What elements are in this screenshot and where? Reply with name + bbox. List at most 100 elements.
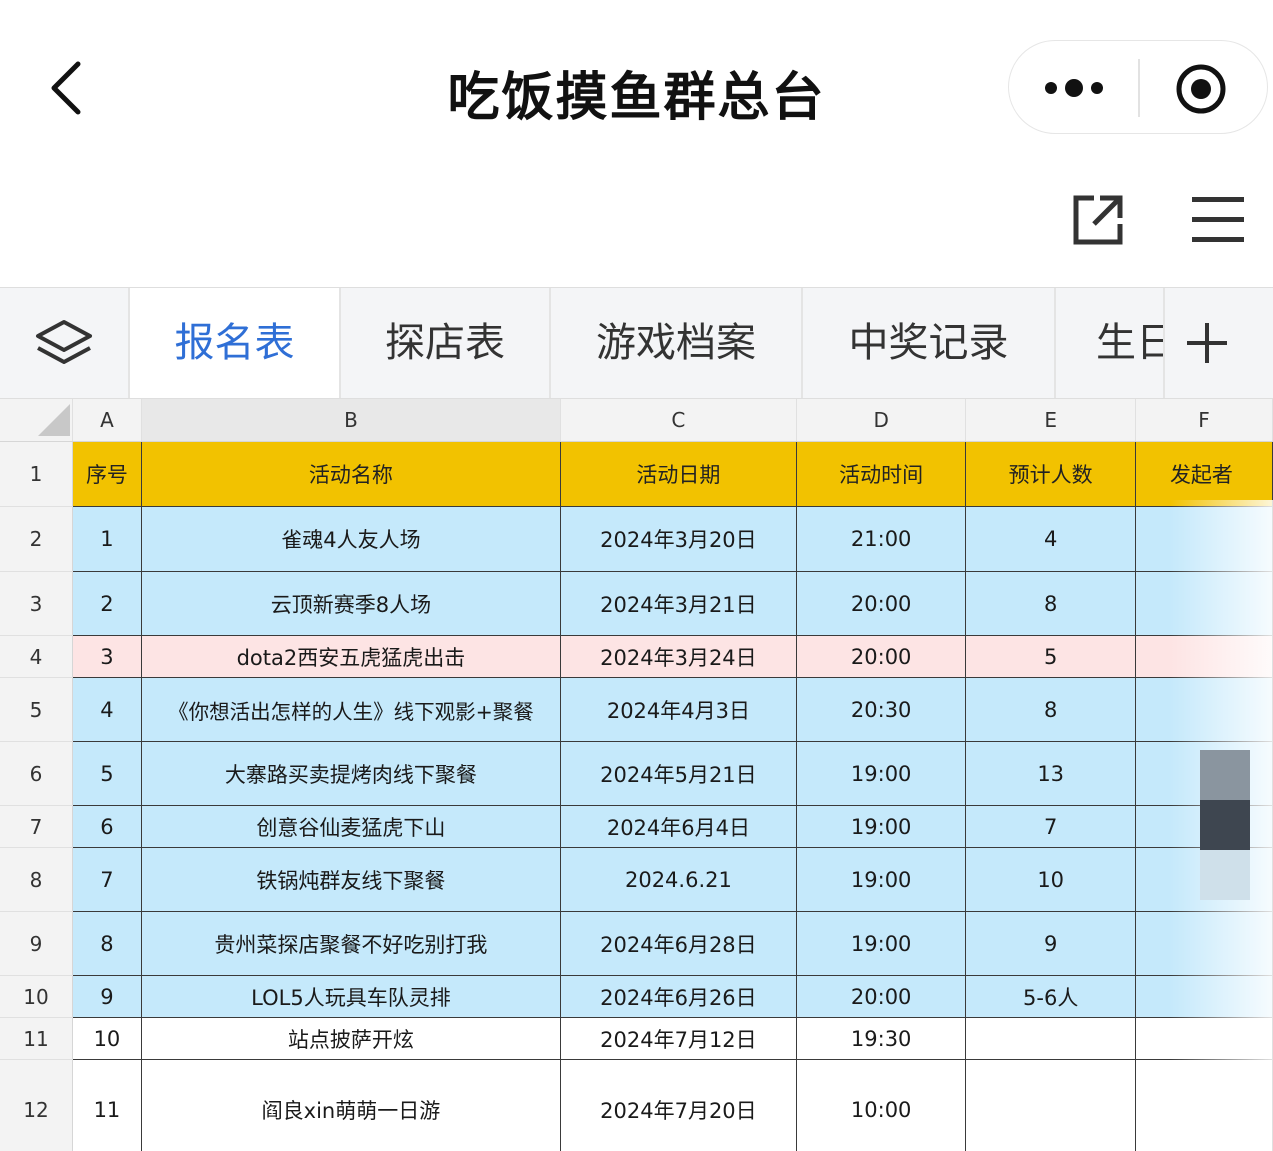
cell[interactable]: LOL5人玩具车队灵排 (140, 975, 561, 1018)
cell[interactable]: 雀魂4人友人场 (140, 506, 561, 572)
cell[interactable]: 2024年3月20日 (559, 506, 797, 572)
cell[interactable]: 2024年3月21日 (559, 571, 797, 636)
cell[interactable]: 19:30 (795, 1017, 967, 1060)
tab-game-archive[interactable]: 游戏档案 (551, 288, 803, 398)
capsule-menu (1008, 40, 1268, 134)
cell[interactable]: 2024年5月21日 (559, 741, 797, 806)
cell[interactable]: dota2西安五虎猛虎出击 (140, 635, 561, 678)
cell[interactable]: 2024年3月24日 (559, 635, 797, 678)
cell[interactable] (1134, 975, 1273, 1018)
cell[interactable]: 活动日期 (559, 441, 797, 507)
cell[interactable]: 2024年4月3日 (559, 677, 797, 742)
tab-store-visit[interactable]: 探店表 (341, 288, 551, 398)
cell[interactable]: 阎良xin萌萌一日游 (140, 1059, 561, 1151)
cell[interactable]: 10 (965, 847, 1136, 912)
cell[interactable]: 21:00 (795, 506, 967, 572)
row-header[interactable]: 5 (0, 677, 73, 742)
cell[interactable]: 10 (71, 1017, 142, 1060)
cell[interactable]: 3 (71, 635, 142, 678)
share-icon[interactable] (1070, 192, 1126, 248)
cell[interactable]: 7 (965, 805, 1136, 848)
cell[interactable]: 7 (71, 847, 142, 912)
tab-signup[interactable]: 报名表 (130, 288, 341, 398)
cell[interactable]: 20:00 (795, 635, 967, 678)
row-header[interactable]: 2 (0, 506, 73, 572)
cell[interactable]: 发起者 (1134, 441, 1273, 507)
cell[interactable]: 8 (965, 571, 1136, 636)
cell[interactable]: 序号 (71, 441, 142, 507)
cell[interactable] (1134, 1059, 1273, 1151)
cell[interactable]: 2024年6月4日 (559, 805, 797, 848)
cell[interactable] (1134, 677, 1273, 742)
more-icon[interactable] (1039, 71, 1109, 105)
cell[interactable]: 13 (965, 741, 1136, 806)
add-icon[interactable] (1165, 288, 1273, 398)
column-header[interactable]: F (1135, 399, 1273, 442)
column-header[interactable]: C (560, 399, 797, 442)
cell[interactable]: 预计人数 (965, 441, 1136, 507)
cell[interactable]: 5 (71, 741, 142, 806)
cell[interactable]: 贵州菜探店聚餐不好吃别打我 (140, 911, 561, 976)
cell[interactable]: 2 (71, 571, 142, 636)
cell[interactable]: 4 (71, 677, 142, 742)
cell[interactable]: 创意谷仙麦猛虎下山 (140, 805, 561, 848)
layers-icon[interactable] (0, 288, 130, 398)
row-header[interactable]: 1 (0, 441, 73, 507)
tab-prize-record[interactable]: 中奖记录 (803, 288, 1056, 398)
row-header[interactable]: 7 (0, 805, 73, 848)
cell[interactable] (965, 1059, 1136, 1151)
cell[interactable] (1134, 911, 1273, 976)
cell[interactable]: 2024年7月12日 (559, 1017, 797, 1060)
cell[interactable]: 9 (71, 975, 142, 1018)
column-header[interactable]: A (72, 399, 142, 442)
cell[interactable]: 铁锅炖群友线下聚餐 (140, 847, 561, 912)
cell[interactable]: 9 (965, 911, 1136, 976)
cell[interactable] (965, 1017, 1136, 1060)
cell[interactable]: 20:30 (795, 677, 967, 742)
cell[interactable]: 5-6人 (965, 975, 1136, 1018)
column-header[interactable]: B (141, 399, 561, 442)
select-all-corner[interactable] (0, 399, 73, 442)
row-header[interactable]: 12 (0, 1059, 73, 1151)
cell[interactable]: 20:00 (795, 571, 967, 636)
cell[interactable]: 云顶新赛季8人场 (140, 571, 561, 636)
cell[interactable]: 活动时间 (795, 441, 967, 507)
cell[interactable]: 大寨路买卖提烤肉线下聚餐 (140, 741, 561, 806)
cell[interactable]: 《你想活出怎样的人生》线下观影+聚餐 (140, 677, 561, 742)
cell[interactable]: 5 (965, 635, 1136, 678)
cell[interactable]: 2024年6月28日 (559, 911, 797, 976)
cell[interactable]: 2024年6月26日 (559, 975, 797, 1018)
row-header[interactable]: 8 (0, 847, 73, 912)
cell[interactable] (1134, 571, 1273, 636)
cell[interactable] (1134, 635, 1273, 678)
cell[interactable]: 4 (965, 506, 1136, 572)
cell[interactable]: 活动名称 (140, 441, 561, 507)
row-header[interactable]: 9 (0, 911, 73, 976)
menu-icon[interactable] (1190, 194, 1246, 246)
column-header[interactable]: D (796, 399, 967, 442)
cell[interactable]: 2024.6.21 (559, 847, 797, 912)
cell[interactable]: 19:00 (795, 741, 967, 806)
cell[interactable]: 8 (71, 911, 142, 976)
cell[interactable]: 站点披萨开炫 (140, 1017, 561, 1060)
target-icon[interactable] (1175, 63, 1227, 115)
column-header[interactable]: E (965, 399, 1136, 442)
cell[interactable] (1134, 1017, 1273, 1060)
cell[interactable]: 19:00 (795, 847, 967, 912)
cell[interactable]: 19:00 (795, 911, 967, 976)
row-header[interactable]: 4 (0, 635, 73, 678)
cell[interactable]: 10:00 (795, 1059, 967, 1151)
cell[interactable]: 8 (965, 677, 1136, 742)
cell[interactable]: 20:00 (795, 975, 967, 1018)
row-header[interactable]: 6 (0, 741, 73, 806)
cell[interactable]: 1 (71, 506, 142, 572)
cell[interactable]: 11 (71, 1059, 142, 1151)
row-header[interactable]: 11 (0, 1017, 73, 1060)
tab-birthday[interactable]: 生日 (1056, 288, 1165, 398)
row-header[interactable]: 3 (0, 571, 73, 636)
cell[interactable] (1134, 506, 1273, 572)
cell[interactable]: 19:00 (795, 805, 967, 848)
row-header[interactable]: 10 (0, 975, 73, 1018)
cell[interactable]: 6 (71, 805, 142, 848)
cell[interactable]: 2024年7月20日 (559, 1059, 797, 1151)
